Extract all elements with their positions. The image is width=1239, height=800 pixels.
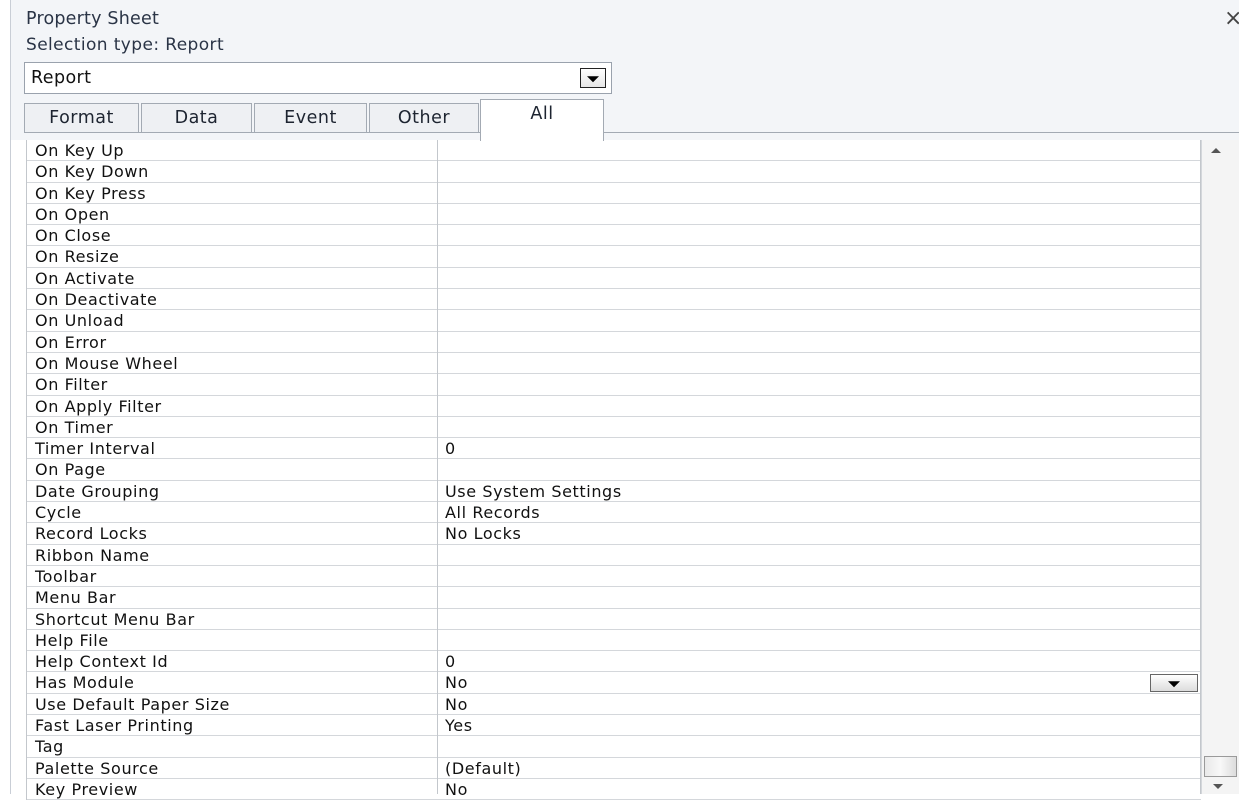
property-name: Ribbon Name	[35, 545, 150, 565]
property-name: On Key Down	[35, 162, 149, 182]
property-name: On Open	[35, 204, 110, 224]
property-name: On Resize	[35, 247, 120, 267]
property-name: On Error	[35, 332, 107, 352]
column-divider	[437, 140, 438, 794]
property-name: On Timer	[35, 417, 114, 437]
property-name: Has Module	[35, 673, 135, 693]
property-name: On Filter	[35, 375, 108, 395]
close-icon[interactable]: ×	[1224, 6, 1239, 31]
property-name: Timer Interval	[35, 439, 156, 459]
property-dropdown-button[interactable]	[1150, 674, 1198, 692]
property-row[interactable]: Has Module No	[27, 672, 1201, 694]
property-name: On Activate	[35, 268, 135, 288]
property-row[interactable]: On Activate	[27, 268, 1201, 290]
property-row[interactable]: Menu Bar	[27, 587, 1201, 609]
property-value[interactable]: No	[445, 780, 468, 799]
property-name: Record Locks	[35, 524, 148, 544]
property-row[interactable]: On Open	[27, 204, 1201, 226]
property-value[interactable]: All Records	[445, 503, 540, 522]
property-name: Use Default Paper Size	[35, 694, 230, 714]
property-row[interactable]: Toolbar	[27, 566, 1201, 588]
property-row[interactable]: On Apply Filter	[27, 396, 1201, 417]
property-name: On Key Up	[35, 141, 125, 160]
property-name: Help File	[35, 630, 109, 650]
property-row[interactable]: Help File	[27, 630, 1201, 652]
property-row[interactable]: On Unload	[27, 310, 1201, 332]
tab-other[interactable]: Other	[369, 103, 479, 133]
selection-type-label: Selection type: Report	[26, 35, 225, 55]
property-row[interactable]: On Deactivate	[27, 289, 1201, 311]
property-row[interactable]: Help Context Id 0	[27, 651, 1201, 673]
vertical-scrollbar[interactable]	[1201, 140, 1239, 794]
property-row[interactable]: Timer Interval 0	[27, 438, 1201, 460]
property-value[interactable]: (Default)	[445, 759, 521, 778]
chevron-down-icon	[587, 76, 599, 83]
property-value[interactable]: Yes	[445, 716, 473, 735]
property-name: Key Preview	[35, 779, 138, 799]
property-name: On Unload	[35, 311, 125, 331]
property-value[interactable]: No Locks	[445, 524, 521, 543]
tab-format[interactable]: Format	[24, 103, 139, 133]
scroll-down-icon[interactable]	[1213, 784, 1223, 789]
property-row[interactable]: On Timer	[27, 417, 1201, 439]
property-row[interactable]: Fast Laser Printing Yes	[27, 715, 1201, 737]
property-value[interactable]: 0	[445, 652, 456, 671]
property-row[interactable]: On Error	[27, 332, 1201, 353]
tab-baseline	[24, 132, 1239, 133]
property-row[interactable]: Use Default Paper Size No	[27, 694, 1201, 716]
object-selector-value: Report	[31, 68, 92, 88]
property-name: On Key Press	[35, 183, 147, 203]
property-row[interactable]: Record Locks No Locks	[27, 523, 1201, 545]
object-selector-combo[interactable]: Report	[24, 62, 612, 94]
property-name: On Deactivate	[35, 290, 158, 310]
property-name: Shortcut Menu Bar	[35, 609, 195, 629]
property-name: On Apply Filter	[35, 396, 162, 416]
property-name: Tag	[35, 737, 64, 757]
combo-dropdown-button[interactable]	[580, 68, 606, 88]
chevron-down-icon	[1168, 681, 1180, 688]
property-value[interactable]: No	[445, 673, 468, 692]
property-name: On Close	[35, 226, 112, 246]
property-row[interactable]: On Key Down	[27, 161, 1201, 183]
property-name: Cycle	[35, 503, 82, 523]
property-name: Palette Source	[35, 758, 159, 778]
property-row[interactable]: Key Preview No	[27, 779, 1201, 800]
property-grid: On Key Up On Key Down On Key Press On Open O…	[26, 140, 1201, 800]
property-name: On Page	[35, 460, 106, 480]
panel-title: Property Sheet	[26, 9, 160, 29]
property-row[interactable]: Date Grouping Use System Settings	[27, 481, 1201, 503]
property-name: Fast Laser Printing	[35, 716, 194, 736]
property-name: Date Grouping	[35, 481, 160, 501]
tab-event[interactable]: Event	[254, 103, 367, 133]
property-row[interactable]: On Key Press	[27, 183, 1201, 204]
property-value[interactable]: Use System Settings	[445, 482, 622, 501]
property-row[interactable]: On Filter	[27, 374, 1201, 396]
property-value[interactable]: No	[445, 695, 468, 714]
property-row[interactable]: On Page	[27, 459, 1201, 481]
scrollbar-thumb[interactable]	[1204, 756, 1237, 777]
property-value[interactable]: 0	[445, 439, 456, 458]
tab-all[interactable]: All	[480, 99, 604, 141]
property-row[interactable]: On Resize	[27, 246, 1201, 268]
property-row[interactable]: On Close	[27, 225, 1201, 247]
property-name: Help Context Id	[35, 652, 169, 672]
tab-data[interactable]: Data	[141, 103, 252, 133]
property-row[interactable]: Cycle All Records	[27, 502, 1201, 524]
property-name: Menu Bar	[35, 588, 117, 608]
property-row[interactable]: On Mouse Wheel	[27, 353, 1201, 375]
property-name: On Mouse Wheel	[35, 353, 179, 373]
scroll-up-icon[interactable]	[1211, 148, 1221, 153]
property-name: Toolbar	[35, 566, 97, 586]
property-row[interactable]: On Key Up	[27, 140, 1201, 162]
property-row[interactable]: Palette Source (Default)	[27, 758, 1201, 779]
property-row[interactable]: Shortcut Menu Bar	[27, 609, 1201, 630]
property-row[interactable]: Ribbon Name	[27, 545, 1201, 566]
property-row[interactable]: Tag	[27, 736, 1201, 758]
left-border	[0, 0, 11, 794]
